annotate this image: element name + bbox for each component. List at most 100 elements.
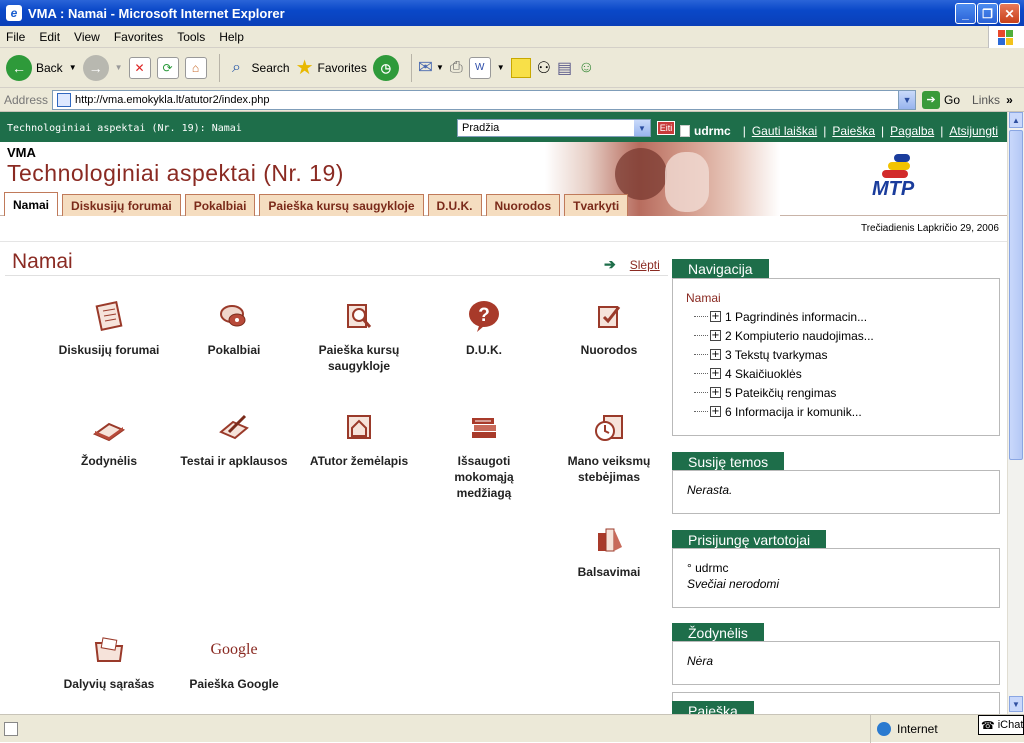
module-members[interactable]: Dalyvių sąrašas [54, 632, 164, 692]
ichat-button[interactable]: ☎ iChat [978, 715, 1024, 735]
print-button[interactable]: ⎙ [450, 59, 463, 77]
tab-search[interactable]: Paieška kursų saugykloje [259, 194, 424, 216]
tab-faq[interactable]: D.U.K. [427, 194, 482, 216]
tab-home[interactable]: Namai [4, 192, 59, 216]
stop-icon: ✕ [128, 56, 151, 79]
module-tests[interactable]: Testai ir apklausos [179, 409, 289, 469]
forward-arrow-icon: → [82, 54, 109, 81]
module-glossary[interactable]: Žodynėlis [54, 409, 164, 469]
dropdown-arrow-icon: ▼ [114, 63, 123, 72]
forum-icon [91, 298, 127, 334]
module-save-content[interactable]: Išsaugoti mokomąją medžiagą [429, 409, 539, 501]
module-tracker[interactable]: Mano veiksmų stebėjimas [554, 409, 664, 485]
folder-icon [91, 632, 127, 668]
online-user[interactable]: ° udrmc [673, 549, 999, 575]
expand-icon[interactable]: + [710, 349, 721, 360]
mtp-logo: MTP [870, 154, 926, 208]
menu-edit[interactable]: Edit [39, 30, 60, 44]
nav-item[interactable]: +4 Skaičiuoklės [694, 364, 999, 383]
close-button[interactable]: ✕ [999, 3, 1020, 24]
media-button[interactable]: ▤ [557, 58, 572, 78]
navigation-header: Navigacija [672, 259, 769, 279]
select-dropdown-icon[interactable]: ▼ [634, 120, 650, 136]
research-button[interactable]: ⚇ [537, 58, 551, 78]
module-search[interactable]: Paieška kursų saugykloje [304, 298, 414, 374]
toolbar-separator [410, 53, 412, 82]
messenger-button[interactable]: ☺ [578, 59, 594, 77]
edit-button[interactable]: W ▼ [468, 56, 505, 79]
search-link[interactable]: Paieška [832, 124, 875, 138]
favorites-button[interactable]: ★ Favorites [296, 55, 367, 80]
online-users-box: ° udrmc Svečiai nerodomi [672, 548, 1000, 608]
module-faq[interactable]: ? D.U.K. [429, 298, 539, 358]
menu-file[interactable]: File [6, 30, 25, 44]
discuss-button[interactable] [510, 57, 531, 78]
browser-toolbar: ← Back ▼ → ▼ ✕ ⟳ ⌂ ⌕ Search ★ Favorites … [0, 48, 1024, 88]
address-dropdown-icon[interactable]: ▼ [898, 90, 916, 109]
guests-note: Svečiai nerodomi [687, 577, 780, 591]
history-button[interactable]: ◷ [372, 54, 399, 81]
nav-item[interactable]: +6 Informacija ir komunik... [694, 402, 999, 421]
nav-item[interactable]: +3 Tekstų tvarkymas [694, 345, 999, 364]
glossary-icon [91, 409, 127, 445]
glossary-header: Žodynėlis [672, 623, 764, 643]
chat-icon [216, 298, 252, 334]
tab-chat[interactable]: Pokalbiai [184, 194, 256, 216]
forward-button[interactable]: → ▼ [82, 54, 123, 81]
google-icon: Google [210, 641, 258, 658]
back-arrow-icon: ← [6, 54, 32, 81]
jump-select[interactable]: Pradžia ▼ [457, 119, 651, 137]
expand-icon[interactable]: + [710, 368, 721, 379]
menu-view[interactable]: View [74, 30, 100, 44]
divider: | [881, 124, 885, 138]
tab-links[interactable]: Nuorodos [485, 194, 561, 216]
module-forums[interactable]: Diskusijų forumai [54, 298, 164, 358]
menu-help[interactable]: Help [219, 30, 244, 44]
scroll-up-icon[interactable]: ▲ [1009, 112, 1023, 128]
window-titlebar: e VMA : Namai - Microsoft Internet Explo… [0, 0, 1024, 26]
tab-manage[interactable]: Tvarkyti [564, 194, 629, 216]
expand-icon[interactable]: + [710, 406, 721, 417]
url-text: http://vma.emokykla.lt/atutor2/index.php [75, 93, 270, 106]
back-button[interactable]: ← Back ▼ [6, 54, 77, 81]
restore-button[interactable]: ❐ [977, 3, 998, 24]
inbox-link[interactable]: Gauti laiškai [752, 124, 817, 138]
hide-link[interactable]: Slėpti [630, 258, 660, 272]
jump-go-button[interactable]: Eiti [657, 121, 675, 135]
stop-button[interactable]: ✕ [128, 56, 151, 79]
expand-icon[interactable]: + [710, 330, 721, 341]
nav-root-home[interactable]: Namai [686, 291, 999, 305]
help-link[interactable]: Pagalba [890, 124, 934, 138]
module-links[interactable]: Nuorodos [554, 298, 664, 358]
search-button[interactable]: ⌕ Search [226, 57, 290, 79]
media-icon: ▤ [556, 59, 573, 77]
nav-item[interactable]: +5 Pateikčių rengimas [694, 383, 999, 402]
toolbar-separator [218, 53, 220, 82]
home-button[interactable]: ⌂ [184, 56, 207, 79]
address-input[interactable]: http://vma.emokykla.lt/atutor2/index.php… [52, 89, 917, 110]
links-button[interactable]: Links [972, 93, 1000, 107]
menu-favorites[interactable]: Favorites [114, 30, 163, 44]
module-sitemap[interactable]: ATutor žemėlapis [304, 409, 414, 469]
nav-item[interactable]: +1 Pagrindinės informacin... [694, 307, 999, 326]
scroll-thumb[interactable] [1009, 130, 1023, 460]
expand-icon[interactable]: + [710, 387, 721, 398]
go-button[interactable]: ➔ Go [922, 90, 960, 109]
expand-icon[interactable]: + [710, 311, 721, 322]
minimize-button[interactable]: _ [955, 3, 976, 24]
module-google-search[interactable]: Google Paieška Google [179, 632, 289, 692]
menu-tools[interactable]: Tools [177, 30, 205, 44]
tab-forums[interactable]: Diskusijų forumai [62, 194, 181, 216]
hide-menu-control[interactable]: ➔ Slėpti [604, 256, 660, 273]
nav-item[interactable]: +2 Kompiuterio naudojimas... [694, 326, 999, 345]
refresh-icon: ⟳ [156, 56, 179, 79]
scroll-down-icon[interactable]: ▼ [1009, 696, 1023, 712]
logout-link[interactable]: Atsijungti [949, 124, 998, 138]
chevron-icon[interactable]: » [1006, 93, 1013, 107]
module-polls[interactable]: Balsavimai [554, 520, 664, 580]
mail-button[interactable]: ✉ ▼ [418, 57, 444, 78]
module-chat[interactable]: Pokalbiai [179, 298, 289, 358]
related-topics-box: Nerasta. [672, 470, 1000, 514]
vertical-scrollbar[interactable]: ▲ ▼ [1007, 112, 1024, 714]
refresh-button[interactable]: ⟳ [156, 56, 179, 79]
